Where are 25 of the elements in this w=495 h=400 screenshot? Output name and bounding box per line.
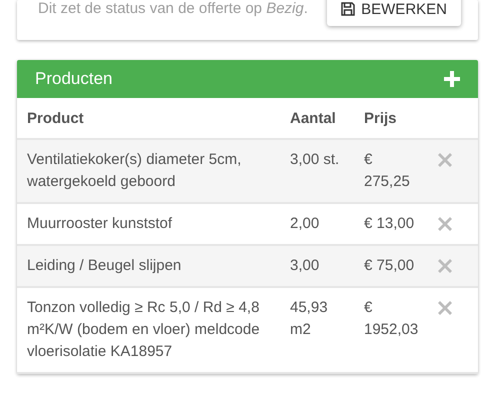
status-text: Dit zet de status van de offerte op Bezig. [38, 0, 308, 18]
table-cell-text: € 75,00 [364, 256, 416, 276]
table-cell-text: € 1952,03 [364, 298, 420, 340]
table-cell-text: Tonzon volledig ≥ Rc 5,0 / Rd ≥ 4,8 m²K/W (bodem en vloer) meldcode vloerisolatie KA18957 [27, 298, 261, 362]
table-cell-text: Leiding / Beugel slijpen [27, 256, 182, 276]
table-cell-text: € 275,25 [364, 150, 411, 192]
close-icon [438, 259, 452, 273]
table-cell-text: Ventilatiekoker(s) diameter 5cm, watergekoeld geboord [27, 150, 242, 192]
table-cell-text: 45,93 m2 [290, 298, 329, 340]
close-icon [438, 153, 452, 167]
table-cell-text: Muurrooster kunststof [27, 214, 174, 234]
close-icon [438, 301, 452, 315]
table-cell-text: 3,00 st. [290, 150, 340, 170]
table-cell-text: 2,00 [290, 214, 320, 234]
add-button[interactable] [444, 71, 460, 87]
table-cell-text: € 13,00 [364, 214, 416, 234]
save-icon [341, 2, 356, 16]
column-header: Product [27, 110, 85, 126]
column-header: Prijs [364, 110, 398, 126]
table-cell-text: 3,00 [290, 256, 320, 276]
panel-title: Producten [35, 69, 112, 89]
column-header: Aantal [290, 110, 337, 126]
plus-icon [444, 71, 460, 87]
edit-button[interactable]: BEWERKEN [327, 0, 461, 26]
close-icon [438, 217, 452, 231]
